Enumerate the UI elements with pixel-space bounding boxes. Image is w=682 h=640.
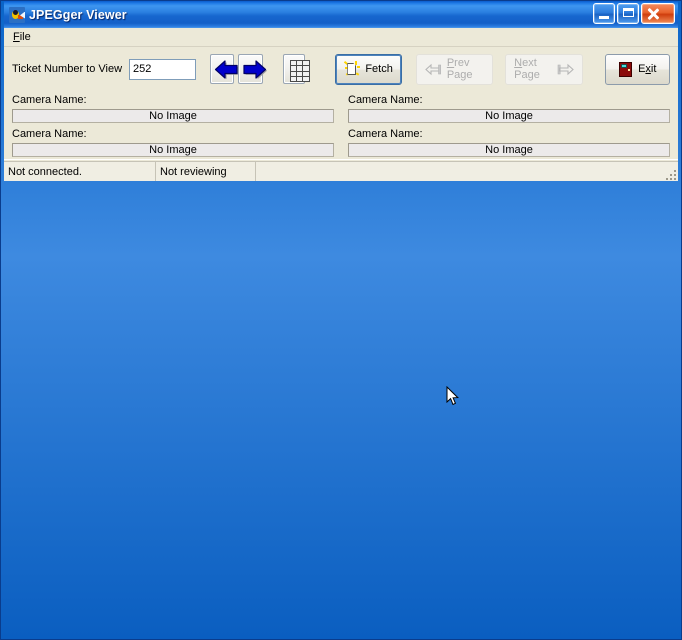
mouse-cursor — [446, 386, 459, 406]
hand-left-icon — [425, 63, 441, 75]
keypad-icon — [289, 60, 310, 82]
ticket-number-input[interactable] — [129, 58, 197, 80]
camera-view-1[interactable]: No Image — [12, 109, 334, 123]
menu-item-file[interactable]: File — [11, 30, 36, 45]
camera-panel-1: Camera Name: No Image — [12, 91, 334, 125]
ticket-number-label: Ticket Number to View — [12, 63, 123, 75]
camera-panel-4: Camera Name: No Image — [348, 125, 670, 159]
maximize-button[interactable] — [617, 3, 639, 24]
status-review: Not reviewing — [156, 161, 256, 181]
fetch-button-label: Fetch — [365, 63, 393, 75]
camera-view-3[interactable]: No Image — [12, 143, 334, 157]
resize-grip[interactable] — [663, 167, 676, 180]
close-button[interactable] — [641, 3, 675, 24]
diver-icon — [9, 6, 25, 23]
camera-view-4[interactable]: No Image — [348, 143, 670, 157]
right-arrow-icon — [243, 60, 268, 79]
camera-view-2[interactable]: No Image — [348, 109, 670, 123]
prev-page-button[interactable]: Prev Page — [415, 53, 494, 85]
window-title: JPEGger Viewer — [29, 7, 127, 22]
minimize-button[interactable] — [593, 3, 615, 24]
no-image-text-1: No Image — [149, 110, 197, 122]
next-page-button-label: Next Page — [514, 57, 540, 81]
exit-button[interactable]: Exit — [604, 53, 670, 85]
camera-panel-2: Camera Name: No Image — [348, 91, 670, 125]
window-controls — [593, 3, 675, 24]
camera-name-label-1: Camera Name: — [12, 94, 87, 106]
status-bar: Not connected. Not reviewing — [4, 159, 678, 181]
left-arrow-icon — [214, 60, 239, 79]
hand-right-icon — [557, 63, 574, 75]
camera-name-label-3: Camera Name: — [12, 128, 87, 140]
toolbar: Ticket Number to View 252 Fetch Prev Pag… — [4, 47, 678, 91]
no-image-text-3: No Image — [149, 144, 197, 156]
camera-panel-3: Camera Name: No Image — [12, 125, 334, 159]
new-document-icon — [344, 60, 361, 77]
camera-name-label-2: Camera Name: — [348, 94, 423, 106]
menu-item-file-label: ile — [19, 30, 31, 43]
keypad-button[interactable] — [282, 54, 310, 84]
client-area: File Ticket Number to View 252 Fetch Pre… — [4, 28, 678, 406]
previous-ticket-button[interactable] — [210, 54, 239, 84]
prev-page-button-label: Prev Page — [446, 57, 473, 81]
fetch-button[interactable]: Fetch — [335, 53, 402, 85]
window-frame: JPEGger Viewer File Ticket Number to Vie… — [0, 0, 682, 640]
camera-grid: Camera Name: No Image Camera Name: No Im… — [4, 91, 678, 159]
camera-name-label-4: Camera Name: — [348, 128, 423, 140]
next-ticket-button[interactable] — [238, 54, 268, 84]
menu-bar: File — [4, 28, 678, 47]
no-image-text-4: No Image — [485, 144, 533, 156]
title-bar[interactable]: JPEGger Viewer — [4, 1, 678, 28]
status-connection: Not connected. — [4, 161, 156, 181]
no-image-text-2: No Image — [485, 110, 533, 122]
next-page-button[interactable]: Next Page — [505, 53, 583, 85]
exit-button-label: Exit — [638, 63, 657, 75]
door-icon — [618, 61, 633, 77]
status-extra — [256, 161, 678, 181]
